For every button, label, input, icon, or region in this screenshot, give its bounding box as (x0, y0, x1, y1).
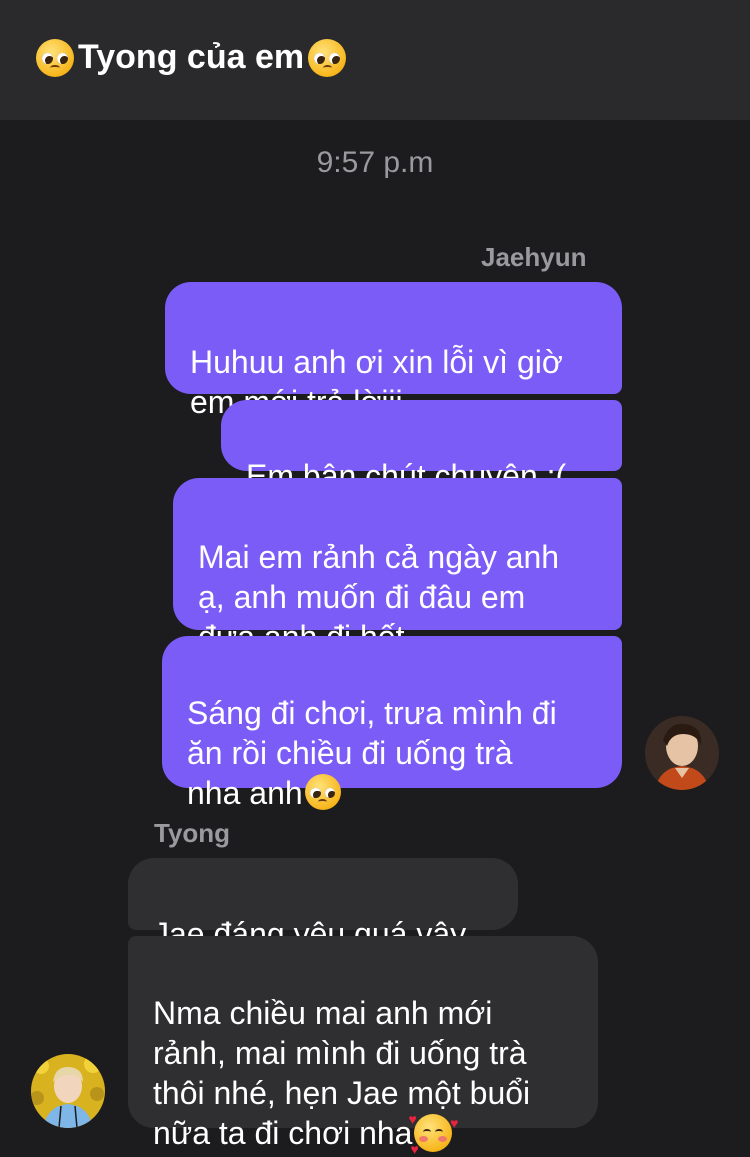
message-text: Nma chiều mai anh mới rảnh, mai mình đi … (153, 995, 531, 1151)
message-text: Sáng đi chơi, trưa mình đi ăn rồi chiều … (187, 695, 557, 811)
smiling-face-with-hearts-icon: ♥ ♥ ♥ (408, 1111, 459, 1157)
outgoing-sender-name: Jaehyun (481, 242, 587, 272)
pleading-face-icon (304, 774, 341, 810)
pleading-face-icon (36, 38, 74, 77)
message-bubble-incoming[interactable]: Nma chiều mai anh mới rảnh, mai mình đi … (128, 936, 598, 1156)
message-bubble-outgoing[interactable]: Em bận chút chuyện :( (221, 400, 622, 494)
pleading-face-icon (308, 38, 347, 77)
chat-title[interactable]: Tyong của em (36, 38, 347, 77)
message-bubble-outgoing[interactable]: Sáng đi chơi, trưa mình đi ăn rồi chiều … (162, 636, 622, 811)
message-timestamp: 9:57 p.m (316, 146, 434, 179)
jaehyun-avatar[interactable] (645, 716, 719, 790)
chat-title-text: Tyong của em (78, 38, 305, 76)
incoming-sender-name: Tyong (154, 818, 231, 848)
chat-header: Tyong của em (0, 0, 750, 120)
message-bubble-outgoing[interactable]: Huhuu anh ơi xin lỗi vì giờ em mới trả l… (165, 282, 622, 420)
message-bubble-outgoing[interactable]: Mai em rảnh cả ngày anh ạ, anh muốn đi đ… (173, 478, 622, 655)
message-bubble-incoming[interactable]: Jae đáng yêu quá vậy (128, 858, 518, 952)
tyong-avatar[interactable] (31, 1054, 105, 1128)
